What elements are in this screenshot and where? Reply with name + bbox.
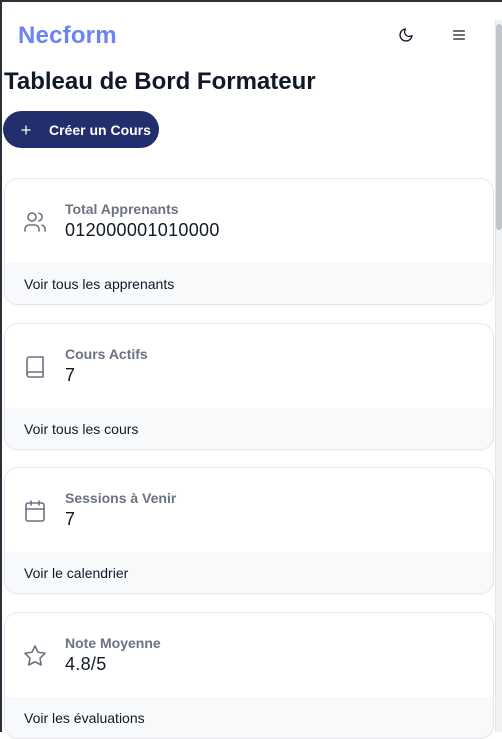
create-course-button[interactable]: Créer un Cours	[3, 111, 159, 148]
create-course-label: Créer un Cours	[49, 121, 151, 138]
stat-card-title: Total Apprenants	[65, 201, 179, 217]
hamburger-menu-icon	[453, 30, 465, 40]
window-left-border	[0, 0, 2, 732]
app-header: Necform	[0, 0, 496, 70]
stat-card-title: Note Moyenne	[65, 635, 161, 651]
stat-card-upcoming-sessions: Sessions à Venir 7 Voir le calendrier	[4, 467, 494, 594]
users-icon	[24, 212, 46, 232]
book-icon	[26, 356, 44, 378]
plus-icon	[19, 123, 33, 137]
page-title: Tableau de Bord Formateur	[4, 68, 316, 95]
stat-card-value: 012000001010000	[65, 220, 220, 240]
star-icon	[24, 645, 46, 666]
view-calendar-link[interactable]: Voir le calendrier	[5, 552, 493, 593]
app-logo[interactable]: Necform	[18, 22, 117, 50]
stat-card-title: Sessions à Venir	[65, 490, 177, 506]
stat-card-value: 4.8/5	[65, 654, 107, 674]
stat-card-active-courses: Cours Actifs 7 Voir tous les cours	[4, 323, 494, 450]
stat-card-value: 7	[65, 365, 76, 385]
menu-button[interactable]	[446, 22, 472, 48]
stat-card-value: 7	[65, 509, 76, 529]
stat-card-average-rating: Note Moyenne 4.8/5 Voir les évaluations	[4, 612, 494, 739]
moon-icon	[399, 28, 413, 42]
stat-card-title: Cours Actifs	[65, 346, 148, 362]
scrollbar-thumb[interactable]	[496, 24, 502, 230]
calendar-icon	[25, 500, 45, 522]
stat-card-total-learners: Total Apprenants 012000001010000 Voir to…	[4, 178, 494, 305]
view-all-courses-link[interactable]: Voir tous les cours	[5, 408, 493, 449]
view-all-learners-link[interactable]: Voir tous les apprenants	[5, 263, 493, 304]
theme-toggle-button[interactable]	[393, 22, 419, 48]
